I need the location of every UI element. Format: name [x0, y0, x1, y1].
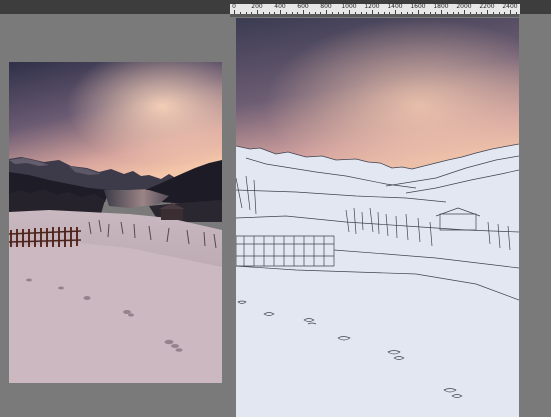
- right-gutter: [519, 14, 551, 417]
- app-window: 0 200 400 600 800 1000 1200 1400 1600 1800 2000 220…: [0, 0, 551, 417]
- sketch-drawing: [236, 18, 519, 417]
- reference-photo-image: [9, 62, 222, 383]
- reference-photo-panel[interactable]: [9, 62, 222, 383]
- ruler-track: [230, 14, 524, 17]
- line-sketch-canvas[interactable]: [236, 18, 519, 417]
